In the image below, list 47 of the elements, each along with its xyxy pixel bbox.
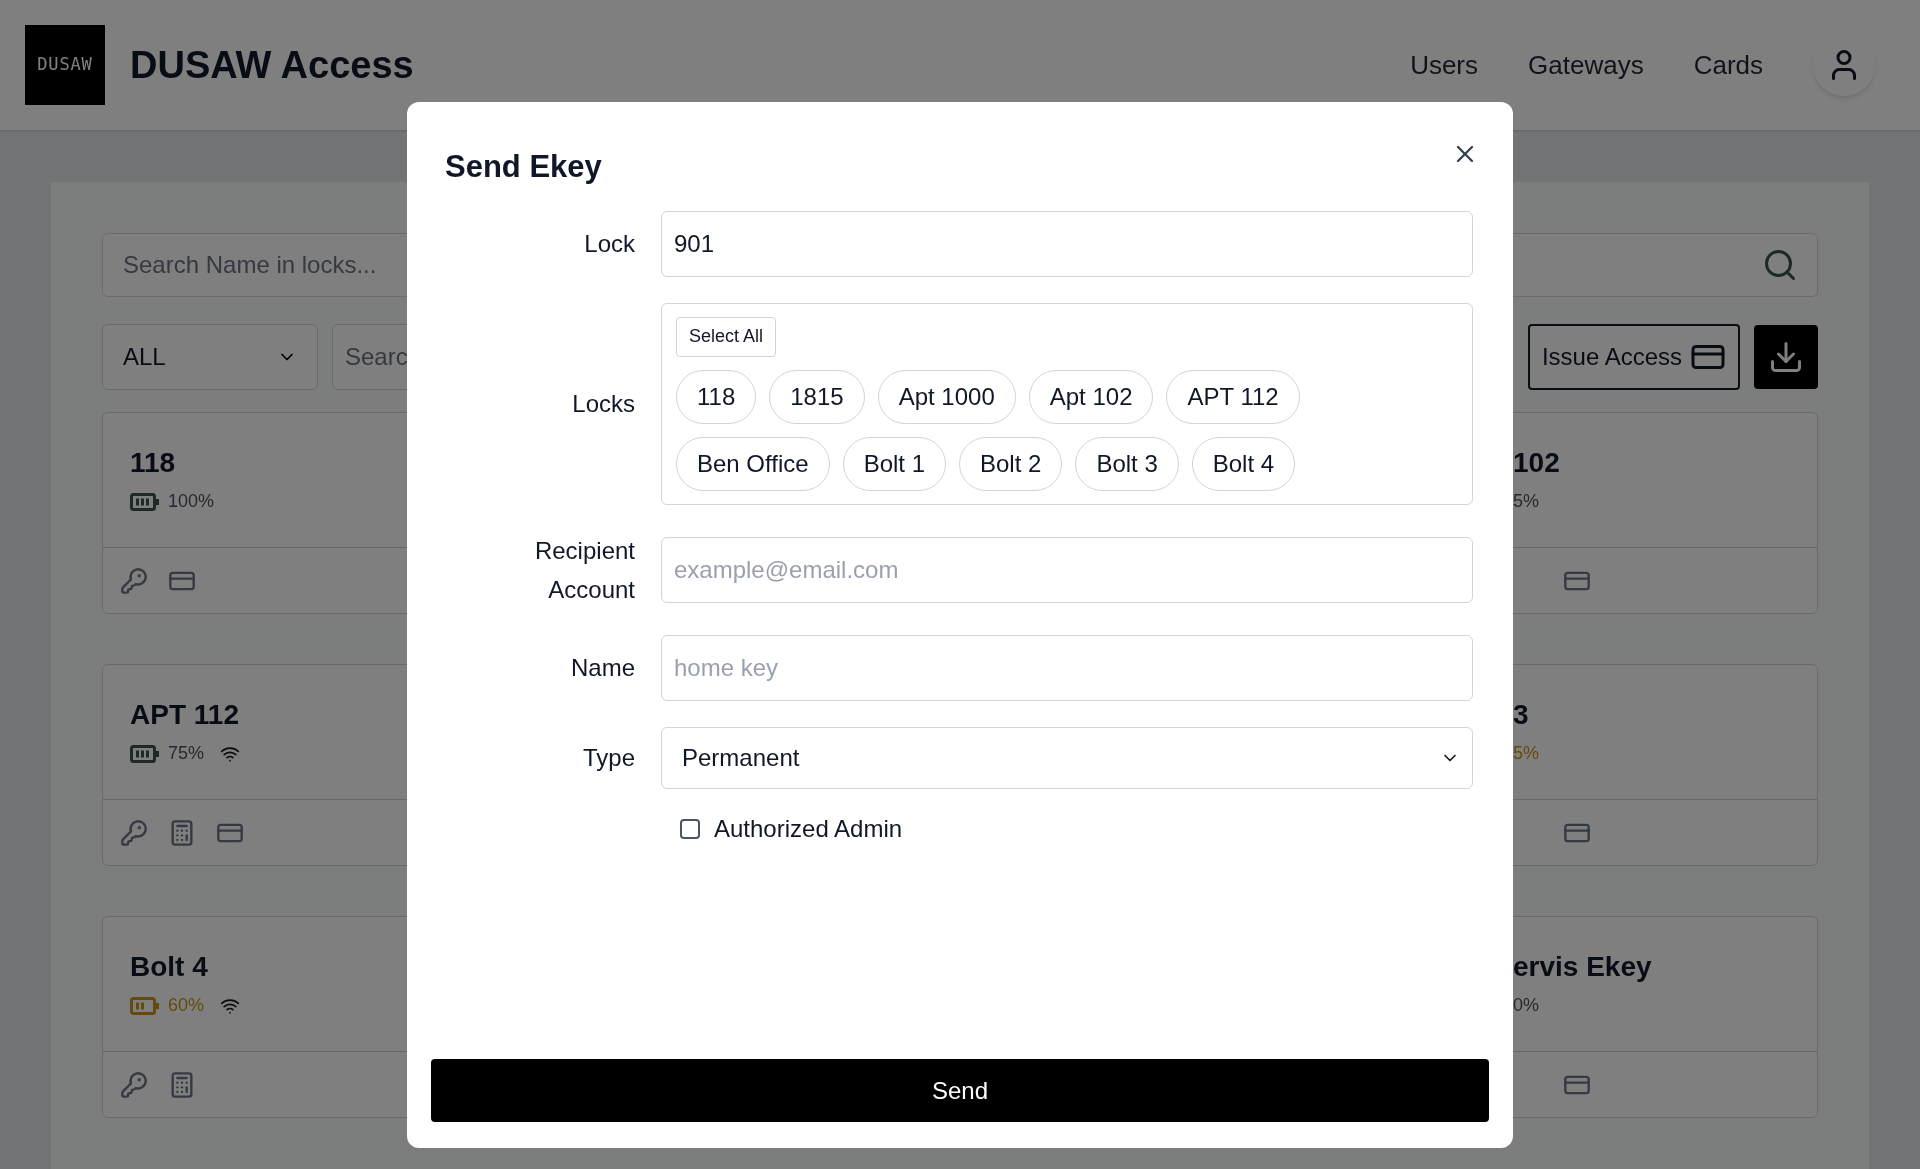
- lock-name: APT 112: [130, 698, 240, 732]
- battery-percent: 100%: [168, 490, 215, 513]
- lock-chip[interactable]: Apt 1000: [877, 369, 1016, 424]
- lock-chip[interactable]: Ben Office: [676, 436, 830, 491]
- key-icon[interactable]: [120, 1070, 148, 1099]
- lock-name: 118: [130, 446, 177, 480]
- lock-name: Bolt 4: [130, 950, 209, 984]
- lock-chip[interactable]: Apt 102: [1028, 369, 1154, 424]
- checkbox-label: Authorized Admin: [714, 813, 903, 844]
- text-field[interactable]: example@email.com: [661, 536, 1473, 603]
- lock-chip[interactable]: 118: [676, 369, 757, 424]
- key-icon[interactable]: [120, 818, 148, 847]
- lock-chip[interactable]: APT 112: [1166, 369, 1300, 424]
- battery-percent: 0%: [1513, 994, 1539, 1017]
- field-label: Recipient Account: [533, 535, 635, 605]
- battery-percent: 5%: [1513, 742, 1539, 765]
- type-select[interactable]: Permanent: [661, 726, 1473, 789]
- nav-link[interactable]: Users: [1410, 45, 1479, 85]
- battery-percent: 75%: [168, 742, 205, 765]
- logo[interactable]: DUSAW: [25, 25, 105, 105]
- search-icon: [1762, 247, 1798, 283]
- key-icon[interactable]: [120, 566, 148, 595]
- lock-chip[interactable]: 1815: [769, 369, 865, 424]
- battery-percent: 60%: [168, 994, 205, 1017]
- filter-select[interactable]: ALL: [102, 324, 318, 390]
- battery-percent: 5%: [1513, 490, 1539, 513]
- lock-chip[interactable]: Bolt 2: [959, 436, 1063, 491]
- issue-access-button[interactable]: Issue Access: [1527, 324, 1740, 390]
- lock-chip[interactable]: Bolt 4: [1191, 436, 1296, 491]
- app-title: DUSAW Access: [130, 42, 414, 88]
- text-field[interactable]: home key: [661, 634, 1473, 701]
- text-field[interactable]: 901: [661, 210, 1473, 277]
- lock-chip[interactable]: Bolt 3: [1075, 436, 1179, 491]
- nav-link[interactable]: Gateways: [1528, 45, 1644, 85]
- checkbox[interactable]: [680, 818, 700, 839]
- field-label: Type: [582, 743, 635, 773]
- lock-name: 3: [1513, 698, 1530, 732]
- nav-link[interactable]: Cards: [1693, 45, 1763, 85]
- send-button[interactable]: Send: [431, 1059, 1489, 1122]
- select-all-button[interactable]: Select All: [676, 316, 777, 357]
- field-label: Lock: [584, 229, 635, 259]
- download-button[interactable]: [1754, 325, 1818, 389]
- lock-name: 102: [1513, 446, 1561, 480]
- download-icon: [1768, 339, 1804, 375]
- dialog-title: Send Ekey: [445, 148, 602, 186]
- lock-name: ervis Ekey: [1513, 950, 1653, 984]
- lock-chip[interactable]: Bolt 1: [842, 436, 946, 491]
